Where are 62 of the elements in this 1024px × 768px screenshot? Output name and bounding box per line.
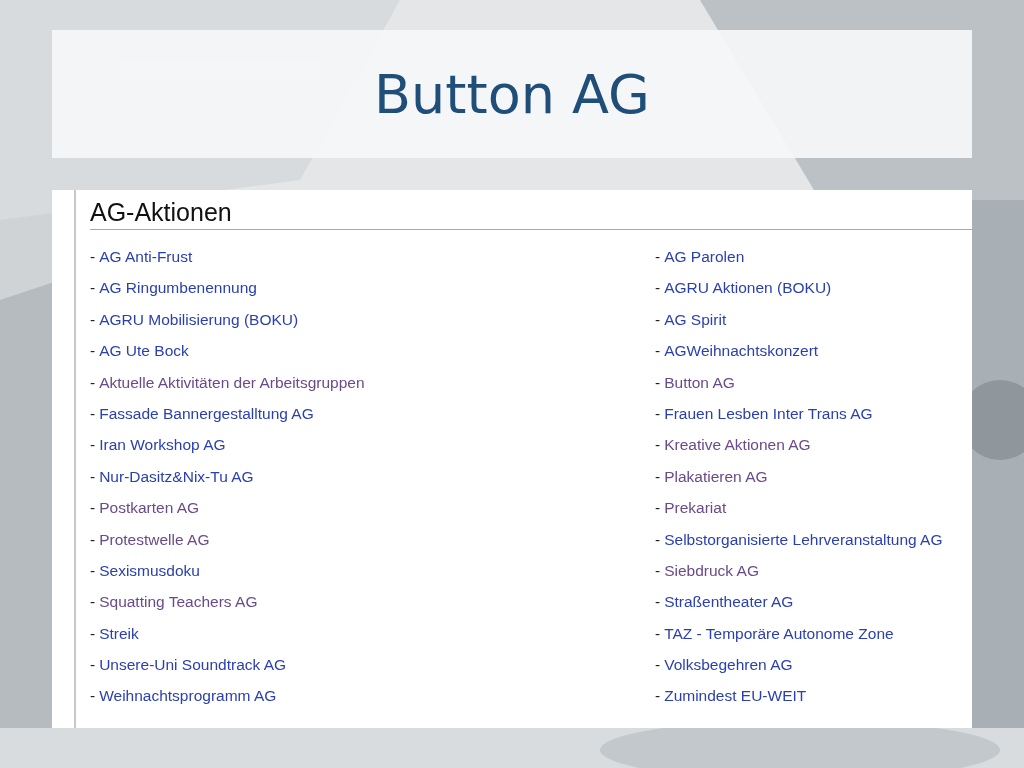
list-dash: - [655,593,661,612]
ag-link[interactable]: TAZ - Temporäre Autonome Zone [664,624,894,643]
ag-link[interactable]: Button AG [664,373,735,392]
list-dash: - [655,499,661,518]
list-dash: - [90,499,96,518]
ag-link[interactable]: Iran Workshop AG [99,436,226,455]
slide-title: Button AG [374,62,650,126]
list-dash: - [90,593,96,612]
ag-link[interactable]: Fassade Bannergestalltung AG [99,404,314,423]
list-dash: - [90,530,96,549]
list-dash: - [90,373,96,392]
ag-link[interactable]: Nur-Dasitz&Nix-Tu AG [99,467,254,486]
list-dash: - [655,373,661,392]
ag-link[interactable]: AG Ute Bock [99,342,189,361]
list-dash: - [90,248,96,266]
list-dash: - [90,656,96,675]
ag-link[interactable]: Plakatieren AG [664,467,768,486]
list-dash: - [655,624,661,643]
list-dash: - [90,436,96,455]
list-dash: - [655,656,661,675]
ag-link[interactable]: Postkarten AG [99,499,200,518]
ag-link[interactable]: Protestwelle AG [99,530,210,549]
list-dash: - [655,248,661,266]
ag-link[interactable]: Streik [99,624,139,643]
list-dash: - [90,561,96,580]
ag-link[interactable]: Kreative Aktionen AG [664,436,811,455]
ag-link[interactable]: AG Anti-Frust [99,248,193,266]
ag-link[interactable]: Frauen Lesben Inter Trans AG [664,404,873,423]
list-dash: - [655,561,661,580]
list-dash: - [655,530,661,549]
ag-link[interactable]: Sexismusdoku [99,561,200,580]
list-dash: - [655,404,661,423]
list-dash: - [90,310,96,329]
ag-link[interactable]: Squatting Teachers AG [99,593,258,612]
ag-link[interactable]: Weihnachtsprogramm AG [99,687,277,706]
list-dash: - [90,687,96,706]
list-dash: - [655,310,661,329]
ag-link[interactable]: AG Ringumbenennung [99,279,257,298]
ag-link[interactable]: Selbstorganisierte Lehrveranstaltung AG [664,530,943,549]
ag-link[interactable]: Siebdruck AG [664,561,759,580]
list-dash: - [90,404,96,423]
ag-link[interactable]: Straßentheater AG [664,593,794,612]
ag-link[interactable]: Zumindest EU-WEIT [664,687,807,706]
ag-link[interactable]: Unsere-Uni Soundtrack AG [99,656,287,675]
list-dash: - [90,342,96,361]
list-dash: - [655,342,661,361]
list-dash: - [655,279,661,298]
ag-link[interactable]: Aktuelle Aktivitäten der Arbeitsgruppen [99,373,365,392]
ag-link[interactable]: AGRU Aktionen (BOKU) [664,279,832,298]
list-dash: - [655,687,661,706]
list-dash: - [90,624,96,643]
ag-link[interactable]: AGRU Mobilisierung (BOKU) [99,310,299,329]
list-dash: - [655,467,661,486]
ag-link[interactable]: AGWeihnachtskonzert [664,342,819,361]
list-dash: - [90,279,96,298]
ag-link[interactable]: AG Parolen [664,248,745,266]
ag-link[interactable]: Volksbegehren AG [664,656,793,675]
list-dash: - [655,436,661,455]
section-heading: AG-Aktionen [90,198,972,230]
ag-link[interactable]: AG Spirit [664,310,727,329]
list-dash: - [90,467,96,486]
ag-link[interactable]: Prekariat [664,499,727,518]
